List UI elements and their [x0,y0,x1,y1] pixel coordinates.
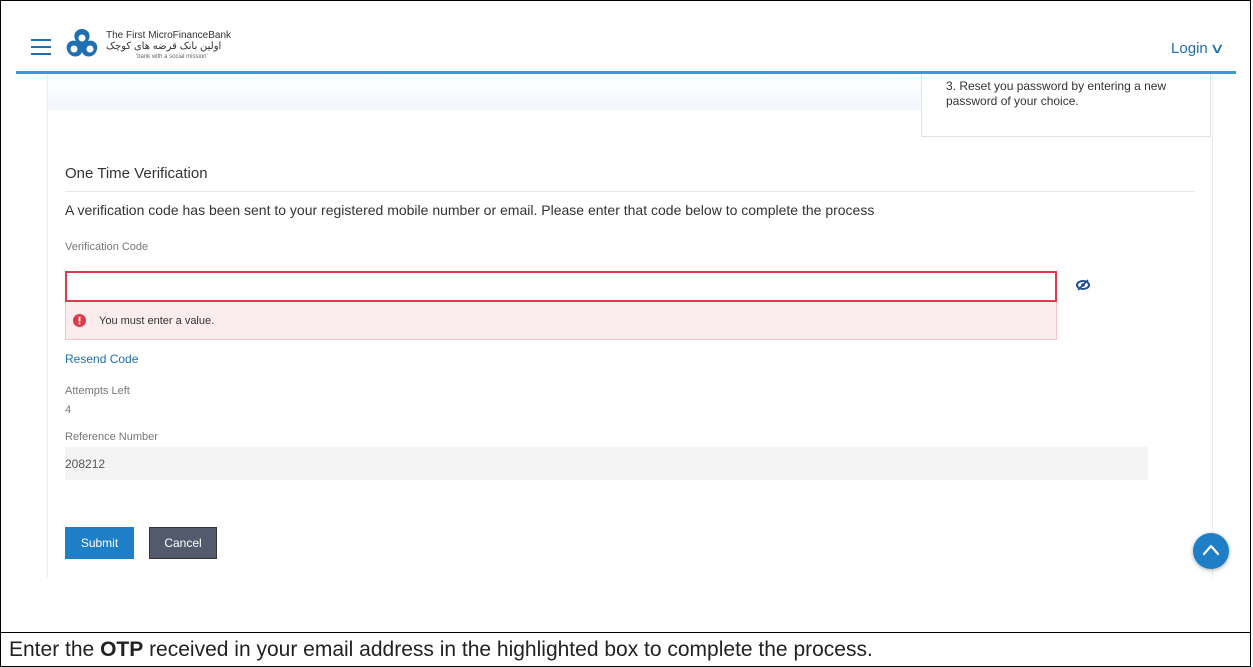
divider [65,191,1195,192]
app-header: The First MicroFinanceBank اولین بانک قر… [16,16,1236,74]
verification-code-label: Verification Code [65,241,149,253]
caption-box: Enter the OTP received in your email add… [0,632,1251,667]
login-label: Login [1171,40,1208,57]
brand-name-fa: اولین بانک قرضه های کوچک [106,41,222,52]
reference-number-field: 208212 [65,447,1148,480]
hamburger-icon[interactable] [31,39,51,55]
top-strip [48,74,921,110]
login-menu[interactable]: Login∨ [1171,40,1225,57]
attempts-left-label: Attempts Left [65,385,130,397]
brand-block: The First MicroFinanceBank اولین بانک قر… [106,30,231,61]
main-content: 3. Reset you password by entering a new … [47,74,1213,578]
scroll-to-top-button[interactable] [1193,533,1229,569]
chevron-up-icon [1202,544,1220,556]
brand-tagline: 'bank with a social mission' [136,54,208,60]
caption-before: Enter the [9,638,101,661]
side-note: 3. Reset you password by entering a new … [921,74,1211,137]
error-message: You must enter a value. [99,315,215,327]
error-icon [73,314,86,327]
section-title: One Time Verification [65,165,208,182]
brand-name-en: The First MicroFinanceBank [106,30,232,41]
caption-bold: OTP [100,638,144,661]
reference-number-label: Reference Number [65,431,158,443]
verification-code-input[interactable] [65,271,1057,302]
attempts-left-value: 4 [65,404,72,416]
chevron-down-icon: ∨ [1209,40,1225,56]
screenshot-frame: The First MicroFinanceBank اولین بانک قر… [0,0,1251,633]
cancel-button[interactable]: Cancel [149,527,217,559]
resend-code-link[interactable]: Resend Code [65,352,138,366]
eye-icon[interactable] [1075,279,1091,291]
reference-number-value: 208212 [65,457,106,471]
instruction-text: A verification code has been sent to you… [65,202,875,218]
submit-button[interactable]: Submit [65,527,134,559]
caption-text: Enter the OTP received in your email add… [9,638,873,662]
caption-after: received in your email address in the hi… [143,638,873,661]
error-message-box: You must enter a value. [65,302,1057,340]
bank-logo-icon [66,29,98,57]
